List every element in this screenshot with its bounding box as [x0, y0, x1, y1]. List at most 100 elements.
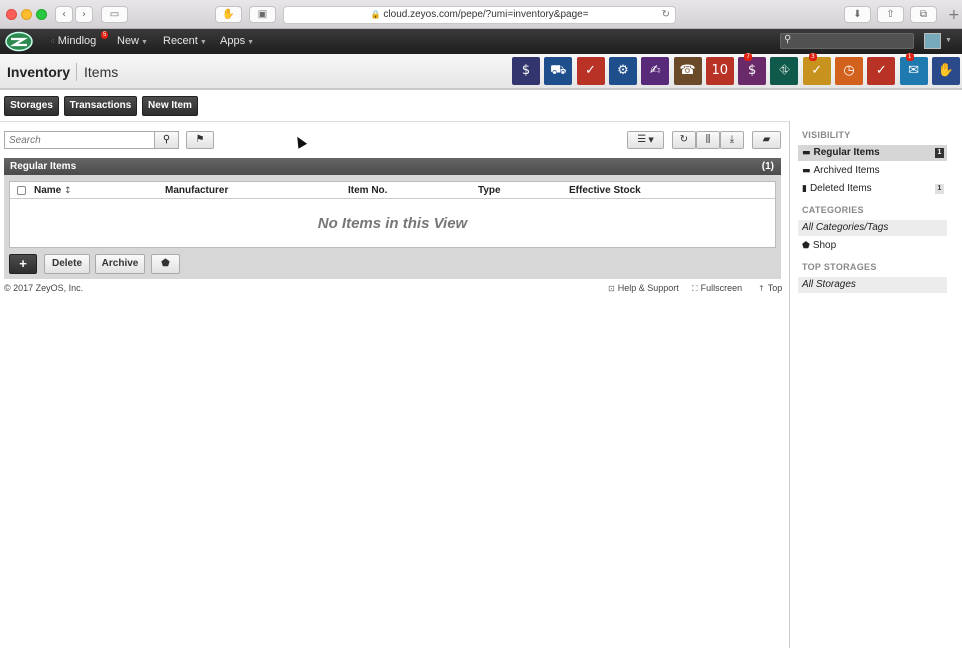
items-table: Name ↕ Manufacturer Item No. Type Effect…: [9, 181, 776, 248]
columns-button[interactable]: ⫼: [696, 131, 720, 149]
hand-icon: ✋: [222, 9, 235, 20]
inventory-icon[interactable]: ⛗: [770, 57, 799, 85]
select-all-checkbox[interactable]: [17, 186, 26, 195]
notification-badge: 7: [744, 53, 753, 61]
refresh-button[interactable]: ↻: [672, 131, 696, 149]
tasks-glyph: ✓: [585, 63, 597, 78]
sidebar-item-shop[interactable]: ⬟ Shop: [798, 238, 947, 254]
inventory-glyph: ⛗: [779, 63, 790, 78]
sort-icon: ↕: [64, 186, 72, 196]
column-header-item-no[interactable]: Item No.: [348, 185, 387, 196]
sidebar-item-all-categories[interactable]: All Categories/Tags: [798, 220, 947, 236]
page-header: Inventory Items $ ⛟ ✓ ⚙ ✍ ☎ 10 $7 ⛗ ✓ 3 ◷ ✓ ✉ 1 ✋: [0, 53, 962, 90]
arrow-up-icon: ↑: [758, 284, 765, 293]
settings-icon[interactable]: ⚙: [608, 57, 637, 85]
avatar[interactable]: [924, 33, 941, 49]
list-icon: ☰: [637, 134, 647, 145]
chevron-down-icon[interactable]: ▼: [945, 37, 952, 44]
reader-button[interactable]: ✋: [215, 6, 242, 23]
new-item-button[interactable]: New Item: [142, 96, 198, 116]
calendar-glyph: 10: [711, 63, 729, 78]
checklist-glyph: ✓: [811, 63, 823, 78]
notification-badge: 3: [808, 53, 817, 61]
sidebar-item-deleted-items[interactable]: ▮ Deleted Items 1: [798, 181, 947, 197]
export-button[interactable]: ⤓: [720, 131, 744, 149]
privacy-button[interactable]: ▣: [249, 6, 276, 23]
finance-icon[interactable]: $: [512, 57, 540, 85]
timer-icon[interactable]: ◷: [835, 57, 863, 85]
storages-button[interactable]: Storages: [4, 96, 59, 116]
help-support-link[interactable]: ⊡ Help & Support: [608, 283, 679, 293]
trash-icon: ▮: [802, 184, 807, 194]
sidebar-item-regular-items[interactable]: ▬ Regular Items 1: [798, 145, 947, 161]
sidebar-item-archived-items[interactable]: ▬ Archived Items: [798, 163, 947, 179]
sales-icon[interactable]: $7: [738, 53, 767, 85]
deals-icon[interactable]: ✋: [931, 57, 960, 85]
nav-apps[interactable]: Apps ▼: [220, 35, 254, 47]
column-header-effective-stock[interactable]: Effective Stock: [569, 185, 641, 196]
sales-glyph: $: [747, 63, 757, 78]
nav-recent[interactable]: Recent ▼: [163, 35, 207, 47]
zeyos-logo-icon[interactable]: [4, 31, 34, 52]
nav-mindlog[interactable]: ⁖ Mindlog 5: [50, 31, 109, 47]
column-header-manufacturer[interactable]: Manufacturer: [165, 185, 228, 196]
count-badge: 1: [935, 148, 944, 158]
delete-button[interactable]: Delete: [44, 254, 90, 274]
search-button[interactable]: ⚲: [154, 131, 179, 149]
zoom-window-button[interactable]: [36, 9, 47, 20]
flag-filter-button[interactable]: ⚑: [186, 131, 214, 149]
search-icon: ⚲: [162, 134, 171, 145]
tabs-icon: ⧉: [919, 9, 928, 20]
mail-icon[interactable]: ✉ 1: [899, 53, 928, 85]
nav-mindlog-label: Mindlog: [57, 35, 97, 47]
top-link[interactable]: ↑ Top: [758, 283, 782, 293]
nav-new[interactable]: New ▼: [117, 35, 148, 47]
column-header-name[interactable]: Name ↕: [34, 185, 72, 196]
visibility-heading: VISIBILITY: [802, 130, 851, 140]
view-mode-dropdown[interactable]: ☰ ▼: [627, 131, 664, 149]
invoice-icon[interactable]: ✓: [867, 57, 896, 85]
tag-icon: ⬟: [802, 241, 810, 251]
column-header-type[interactable]: Type: [478, 185, 501, 196]
tasks-icon[interactable]: ✓: [576, 57, 605, 85]
sliders-icon: ⫼: [705, 134, 711, 145]
shipping-icon[interactable]: ⛟: [544, 57, 573, 85]
sidebar-item-label: Shop: [812, 240, 837, 251]
comments-button[interactable]: ▰: [752, 131, 781, 149]
reload-icon[interactable]: ↻: [662, 7, 670, 23]
checklist-icon[interactable]: ✓ 3: [802, 53, 831, 85]
tag-icon: ⬟: [161, 258, 170, 269]
new-tab-button[interactable]: +: [948, 8, 962, 24]
comments-icon: ▰: [762, 134, 771, 145]
fullscreen-link[interactable]: ⛶ Fullscreen: [692, 283, 742, 294]
downloads-button[interactable]: ⬇: [844, 6, 871, 23]
search-icon: ⚲: [784, 34, 792, 45]
add-item-button[interactable]: +: [9, 254, 37, 274]
tag-button[interactable]: ⬟: [151, 254, 180, 274]
transactions-button[interactable]: Transactions: [64, 96, 137, 116]
filter-sidebar: VISIBILITY ▬ Regular Items 1 ▬ Archived It…: [789, 121, 962, 648]
close-window-button[interactable]: [6, 9, 17, 20]
nav-recent-label: Recent: [163, 35, 198, 47]
documents-icon[interactable]: ✍: [641, 57, 670, 85]
search-input[interactable]: [4, 131, 155, 149]
share-button[interactable]: ⇧: [877, 6, 904, 23]
back-button[interactable]: ‹: [55, 6, 73, 23]
contacts-icon[interactable]: ☎: [673, 57, 702, 85]
chevron-right-icon: ›: [82, 9, 86, 20]
app-navbar: ⁖ Mindlog 5 New ▼ Recent ▼ Apps ▼ ⚲ ▼: [0, 29, 962, 54]
sidebar-toggle-button[interactable]: ▭: [101, 6, 128, 23]
archive-button[interactable]: Archive: [95, 254, 145, 274]
help-support-label: Help & Support: [617, 283, 679, 293]
panel-header: Regular Items (1): [4, 158, 781, 175]
calendar-icon[interactable]: 10: [705, 57, 734, 85]
column-name-label: Name: [34, 185, 62, 196]
title-divider: [76, 63, 77, 81]
tabs-overview-button[interactable]: ⧉: [910, 6, 937, 23]
forward-button[interactable]: ›: [75, 6, 93, 23]
global-search-input[interactable]: ⚲: [780, 33, 914, 49]
sidebar-item-all-storages[interactable]: All Storages: [798, 277, 947, 293]
minimize-window-button[interactable]: [21, 9, 32, 20]
items-panel: Regular Items (1) Name ↕ Manufacturer It…: [4, 158, 781, 279]
url-field[interactable]: 🔒 cloud.zeyos.com/pepe/?umi=inventory&pag…: [283, 6, 676, 24]
